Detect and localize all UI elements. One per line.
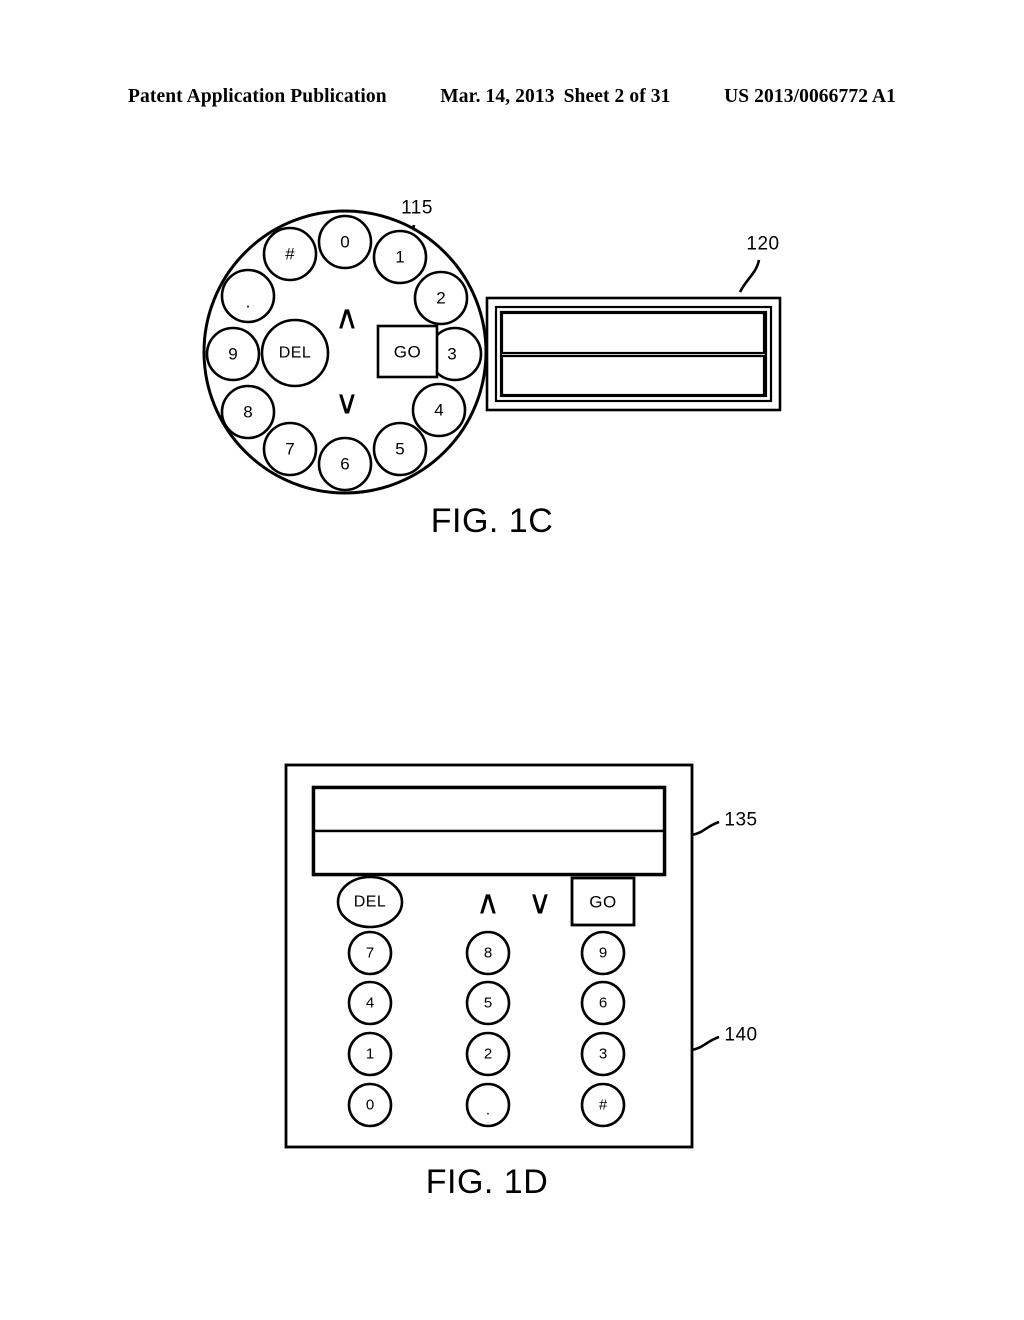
display-row-1 <box>312 786 666 833</box>
display-panel <box>485 296 782 412</box>
ring-key-7[interactable]: 7 <box>262 421 318 477</box>
ring-key-2[interactable]: 2 <box>413 270 469 326</box>
header-sheet: Sheet 2 of 31 <box>563 86 671 107</box>
ring-key-8-label: 8 <box>243 403 252 422</box>
key-4-label: 4 <box>366 995 374 1012</box>
key-3[interactable]: 3 <box>580 1031 626 1077</box>
scroll-up-arrow[interactable]: ∧ <box>335 299 359 336</box>
ring-key-6-label: 6 <box>340 455 349 474</box>
ring-key-0[interactable]: 0 <box>317 214 373 270</box>
key-2[interactable]: 2 <box>465 1031 511 1077</box>
header-publication-number: US 2013/0066772 A1 <box>724 86 896 107</box>
del-key-label: DEL <box>279 345 312 362</box>
display-row-2 <box>312 829 666 876</box>
ring-key-hash[interactable]: # <box>262 226 318 282</box>
key-0[interactable]: 0 <box>347 1082 393 1128</box>
ring-key-7-label: 7 <box>285 440 294 459</box>
key-period-label: . <box>486 1102 490 1119</box>
page-header: Patent Application Publication Mar. 14, … <box>0 86 1024 116</box>
ring-key-4-label: 4 <box>434 401 443 420</box>
go-key-label: GO <box>589 893 616 912</box>
ring-key-3-label: 3 <box>447 345 456 364</box>
ring-key-9[interactable]: 9 <box>205 326 261 382</box>
ring-key-hash-label: # <box>285 245 295 264</box>
key-8-label: 8 <box>484 945 492 962</box>
figure-1c-caption: FIG. 1C <box>430 502 554 540</box>
scroll-up-arrow[interactable]: ∧ <box>476 884 500 921</box>
key-5-label: 5 <box>484 995 492 1012</box>
keypad-top-row: DEL ∧ ∨ GO <box>336 875 636 929</box>
display-row-1 <box>500 311 766 355</box>
ring-key-period-label: . <box>246 293 251 312</box>
ring-key-5[interactable]: 5 <box>372 421 428 477</box>
key-3-label: 3 <box>599 1046 607 1063</box>
key-4[interactable]: 4 <box>347 980 393 1026</box>
ref-numeral-135: 135 <box>724 810 757 831</box>
scroll-down-arrow[interactable]: ∨ <box>528 884 552 921</box>
del-key[interactable]: DEL <box>260 318 330 388</box>
ref-numeral-115: 115 <box>401 198 433 219</box>
ring-key-9-label: 9 <box>228 345 237 364</box>
key-9-label: 9 <box>599 945 607 962</box>
del-key-label: DEL <box>354 894 387 911</box>
go-key[interactable]: GO <box>570 876 636 927</box>
ring-key-4[interactable]: 4 <box>411 382 467 438</box>
ring-key-5-label: 5 <box>395 440 404 459</box>
ring-key-1-label: 1 <box>395 248 404 267</box>
key-period[interactable]: . <box>465 1082 511 1128</box>
key-7-label: 7 <box>366 945 374 962</box>
key-2-label: 2 <box>484 1046 492 1063</box>
ring-key-2-label: 2 <box>436 289 445 308</box>
key-7[interactable]: 7 <box>347 930 393 976</box>
key-hash[interactable]: # <box>580 1082 626 1128</box>
display-row-2 <box>500 354 766 397</box>
go-key[interactable]: GO <box>376 324 439 379</box>
display-panel <box>311 785 667 877</box>
leader-line-135 <box>691 820 720 837</box>
figure-1d-caption: FIG. 1D <box>425 1163 549 1201</box>
figure-1d: 135 140 DEL ∧ ∨ GO 7 8 9 4 5 6 1 2 3 0 .… <box>260 750 820 1160</box>
ring-key-6[interactable]: 6 <box>317 436 373 492</box>
header-date: Mar. 14, 2013 <box>440 86 555 107</box>
key-6[interactable]: 6 <box>580 980 626 1026</box>
ring-key-period[interactable]: . <box>220 268 276 324</box>
key-hash-label: # <box>599 1097 608 1114</box>
key-0-label: 0 <box>366 1097 374 1114</box>
key-9[interactable]: 9 <box>580 930 626 976</box>
ring-key-0-label: 0 <box>340 233 349 252</box>
key-8[interactable]: 8 <box>465 930 511 976</box>
go-key-label: GO <box>394 343 421 362</box>
key-1-label: 1 <box>366 1046 374 1063</box>
del-key[interactable]: DEL <box>336 875 404 929</box>
ref-numeral-120: 120 <box>746 234 779 255</box>
leader-line-120 <box>738 259 761 293</box>
key-6-label: 6 <box>599 995 607 1012</box>
ref-numeral-140: 140 <box>724 1025 757 1046</box>
key-5[interactable]: 5 <box>465 980 511 1026</box>
ring-key-8[interactable]: 8 <box>220 384 276 440</box>
header-publication-type: Patent Application Publication <box>128 86 387 107</box>
figure-1c: 115 0 1 2 3 4 5 6 7 8 9 . # DEL GO ∧ ∨ 1… <box>180 150 820 510</box>
leader-line-140 <box>691 1035 720 1052</box>
key-1[interactable]: 1 <box>347 1031 393 1077</box>
scroll-down-arrow[interactable]: ∨ <box>335 384 359 421</box>
ring-key-1[interactable]: 1 <box>372 229 428 285</box>
